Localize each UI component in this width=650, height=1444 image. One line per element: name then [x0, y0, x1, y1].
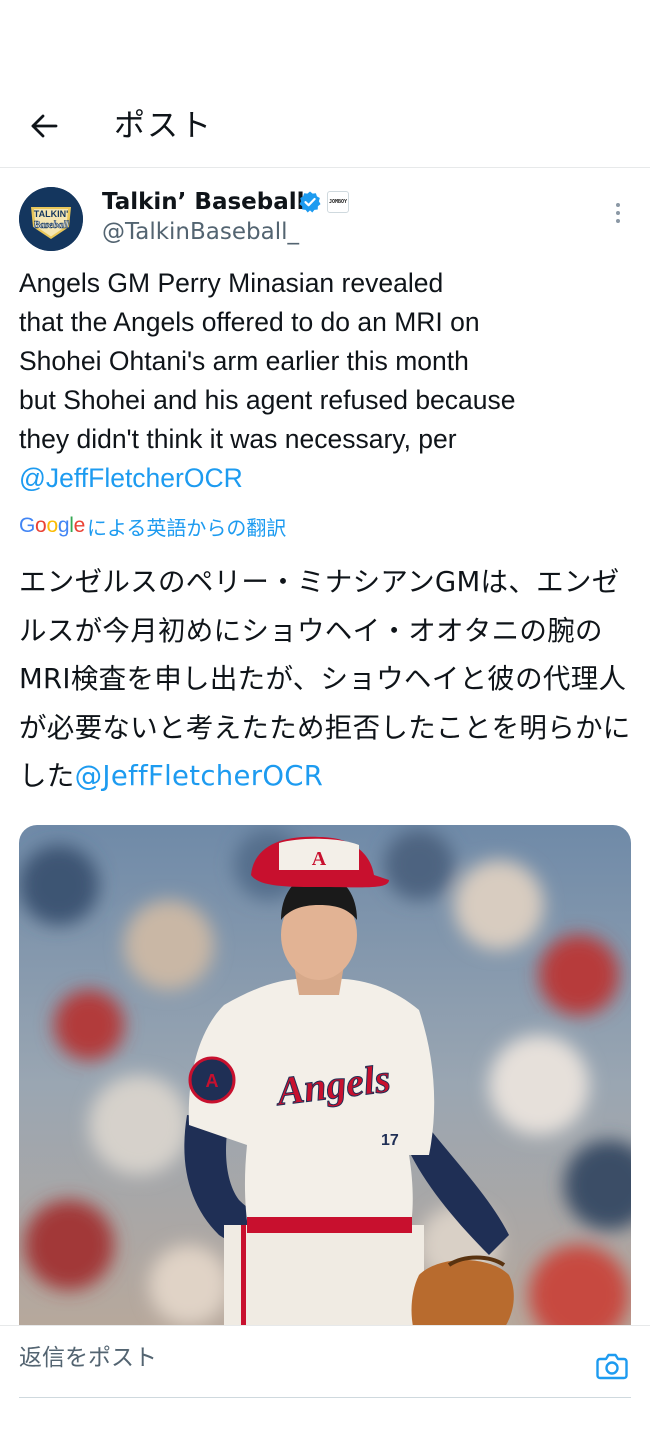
post-text-line: that the Angels offered to do an MRI on	[19, 307, 480, 337]
back-button[interactable]	[24, 106, 64, 146]
svg-text:A: A	[206, 1071, 219, 1091]
post-detail-screen: ポスト TALKIN' Baseball Talkin’ Baseball JO…	[0, 0, 650, 1444]
talkin-baseball-logo: TALKIN' Baseball	[19, 187, 83, 251]
google-letter: o	[46, 514, 58, 537]
post-text: Angels GM Perry Minasian revealed that t…	[19, 264, 629, 498]
translated-body: エンゼルスのペリー・ミナシアンGMは、エンゼルスが今月初めにショウヘイ・オオタニ…	[19, 566, 631, 792]
google-letter: o	[35, 514, 47, 537]
translation-label: による英語からの翻訳	[86, 515, 287, 540]
baseball-player-photo: Angels 17 A A	[19, 825, 631, 1345]
translation-attribution[interactable]: Google による英語からの翻訳	[19, 511, 286, 541]
reply-input[interactable]: 返信をポスト	[19, 1342, 157, 1374]
translated-mention-link[interactable]: @JeffFletcherOCR	[75, 760, 324, 792]
camera-icon	[596, 1353, 628, 1380]
post-text-line: they didn't think it was necessary, per	[19, 424, 457, 454]
avatar[interactable]: TALKIN' Baseball	[19, 187, 83, 251]
more-dot-icon	[616, 203, 620, 207]
svg-text:A: A	[312, 848, 327, 870]
reply-composer: 返信をポスト	[0, 1325, 650, 1444]
camera-button[interactable]	[594, 1350, 630, 1382]
mention-link[interactable]: @JeffFletcherOCR	[19, 459, 629, 498]
author-handle[interactable]: @TalkinBaseball_	[102, 217, 299, 247]
svg-text:Baseball: Baseball	[32, 220, 69, 231]
translated-text: エンゼルスのペリー・ミナシアンGMは、エンゼルスが今月初めにショウヘイ・オオタニ…	[19, 558, 631, 801]
page-title: ポスト	[114, 108, 213, 144]
svg-text:17: 17	[381, 1132, 399, 1149]
post-photo[interactable]: Angels 17 A A	[19, 825, 631, 1345]
post-text-line: but Shohei and his agent refused because	[19, 385, 516, 415]
post-text-line: Angels GM Perry Minasian revealed	[19, 268, 444, 298]
affiliate-badge[interactable]: JOMBOY	[327, 191, 349, 213]
top-bar: ポスト	[0, 82, 650, 168]
post-text-line: Shohei Ohtani's arm earlier this month	[19, 346, 469, 376]
google-letter: e	[73, 514, 86, 537]
author-name[interactable]: Talkin’ Baseball	[102, 186, 305, 218]
verified-badge-icon	[299, 191, 321, 213]
google-letter: g	[57, 514, 70, 537]
more-options-button[interactable]	[607, 198, 629, 228]
google-letter: G	[19, 514, 36, 537]
more-dot-icon	[616, 219, 620, 223]
reply-input-underline	[19, 1397, 631, 1398]
more-dot-icon	[616, 211, 620, 215]
google-logo: Google	[19, 514, 85, 538]
arrow-left-icon	[31, 114, 58, 138]
svg-text:TALKIN': TALKIN'	[34, 209, 68, 219]
